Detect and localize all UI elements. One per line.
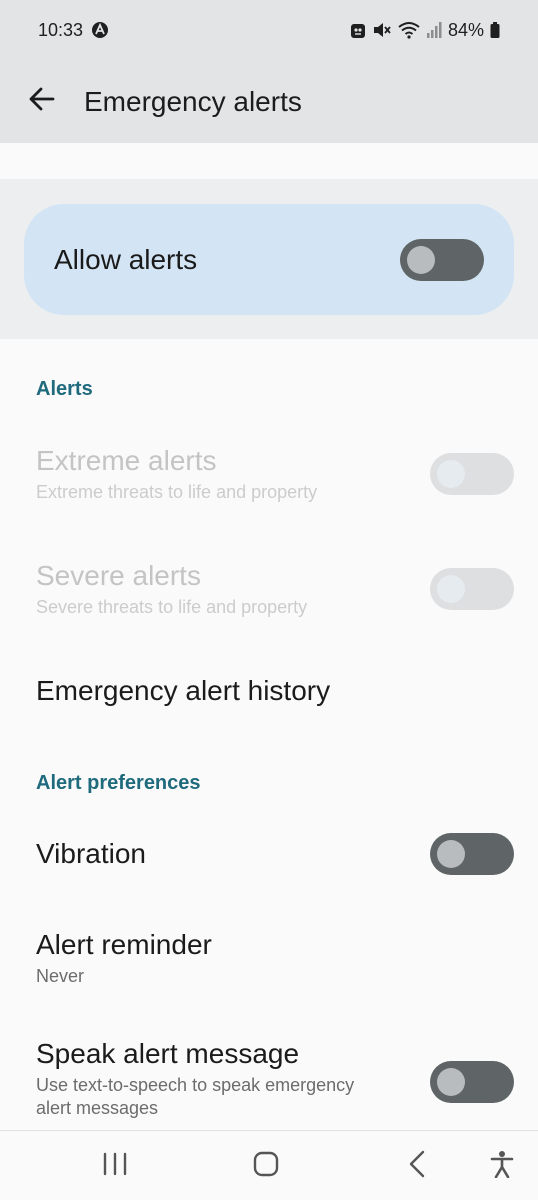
- allow-alerts-card[interactable]: Allow alerts: [24, 204, 514, 315]
- severe-alerts-subtitle: Severe threats to life and property: [36, 596, 308, 617]
- toggle-knob: [437, 575, 465, 603]
- allow-alerts-toggle[interactable]: [400, 238, 484, 281]
- extreme-alerts-toggle[interactable]: [430, 453, 514, 495]
- toggle-knob: [437, 460, 465, 488]
- back-nav-button[interactable]: [377, 1131, 457, 1200]
- extreme-alerts-title: Extreme alerts: [36, 444, 217, 476]
- battery-icon: [490, 21, 500, 39]
- battery-percent: 84%: [447, 19, 484, 40]
- severe-alerts-title: Severe alerts: [36, 559, 201, 591]
- alert-reminder-row[interactable]: Alert reminder Never: [0, 922, 538, 994]
- extreme-alerts-row[interactable]: Extreme alerts Extreme threats to life a…: [0, 438, 538, 510]
- arrow-back-icon: [28, 85, 56, 118]
- toggle-knob: [437, 1068, 465, 1096]
- signal-icon: [426, 21, 442, 39]
- emergency-alerts-screen: 10:33 84% Emergency alerts Allow alerts …: [0, 0, 538, 1200]
- allow-alerts-label: Allow alerts: [54, 243, 198, 275]
- severe-alerts-row[interactable]: Severe alerts Severe threats to life and…: [0, 553, 538, 625]
- lock-app-icon: [350, 21, 366, 39]
- alert-reminder-title: Alert reminder: [36, 928, 212, 960]
- recent-apps-icon: [102, 1152, 128, 1181]
- toggle-knob: [437, 840, 465, 868]
- status-time: 10:33: [38, 19, 84, 40]
- wifi-icon: [398, 21, 420, 39]
- navigation-bar: [0, 1130, 538, 1200]
- notification-a-icon: [91, 21, 109, 39]
- back-nav-icon: [407, 1150, 427, 1183]
- alert-history-title: Emergency alert history: [36, 675, 331, 706]
- accessibility-icon: [490, 1150, 514, 1183]
- alerts-section-header: Alerts: [36, 378, 93, 400]
- master-switch-section: Allow alerts: [0, 179, 538, 339]
- speak-alert-row[interactable]: Speak alert message Use text-to-speech t…: [0, 1038, 538, 1126]
- speak-alert-subtitle: Use text-to-speech to speak emergency al…: [36, 1075, 355, 1118]
- speak-alert-toggle[interactable]: [430, 1061, 514, 1103]
- recent-apps-button[interactable]: [75, 1131, 155, 1200]
- mute-icon: [372, 21, 392, 39]
- accessibility-button[interactable]: [462, 1131, 538, 1200]
- severe-alerts-toggle[interactable]: [430, 568, 514, 610]
- divider-strip: [0, 143, 538, 179]
- home-button[interactable]: [226, 1131, 306, 1200]
- toggle-knob: [407, 245, 435, 274]
- extreme-alerts-subtitle: Extreme threats to life and property: [36, 481, 318, 502]
- app-bar: Emergency alerts: [0, 60, 538, 143]
- speak-alert-title: Speak alert message: [36, 1038, 300, 1069]
- home-icon: [253, 1151, 279, 1182]
- alert-history-row[interactable]: Emergency alert history: [0, 660, 538, 722]
- vibration-row[interactable]: Vibration: [0, 824, 538, 884]
- vibration-title: Vibration: [36, 838, 147, 869]
- alert-preferences-header: Alert preferences: [36, 772, 201, 794]
- page-title: Emergency alerts: [84, 85, 302, 117]
- back-button[interactable]: [0, 60, 84, 143]
- alert-reminder-subtitle: Never: [36, 965, 85, 986]
- vibration-toggle[interactable]: [430, 833, 514, 875]
- status-bar: 10:33 84%: [0, 0, 538, 60]
